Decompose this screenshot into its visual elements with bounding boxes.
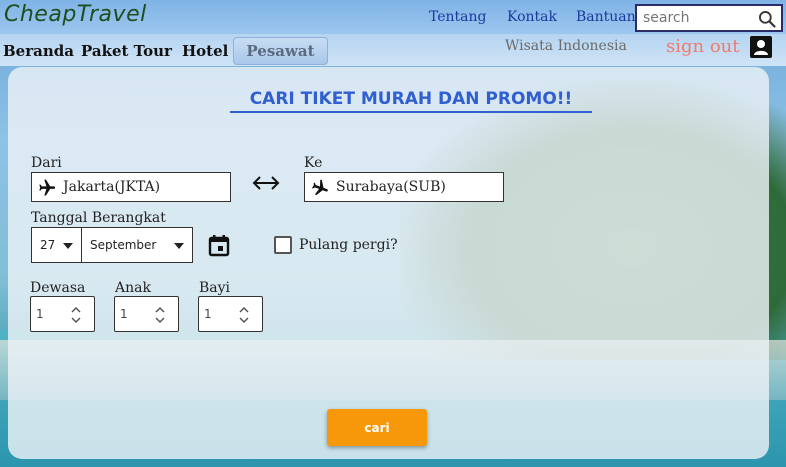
infant-value: 1	[204, 307, 212, 321]
to-field[interactable]: Surabaya(SUB)	[304, 172, 504, 202]
from-value: Jakarta(JKTA)	[63, 179, 161, 195]
child-value: 1	[120, 307, 128, 321]
infant-stepper[interactable]: 1	[198, 296, 263, 332]
month-select[interactable]: September	[81, 227, 193, 263]
nav-item-wisata-indonesia[interactable]: Wisata Indonesia	[505, 38, 627, 54]
top-bar: CheapTravel Tentang Kontak Bantuan	[0, 0, 786, 34]
search-icon[interactable]	[757, 9, 777, 29]
sign-out-link[interactable]: sign out	[666, 36, 740, 57]
nav-item-paket-tour[interactable]: Paket Tour	[81, 42, 172, 60]
nav-bar: Beranda Paket Tour Hotel Pesawat Wisata …	[0, 34, 786, 66]
month-value: September	[90, 238, 157, 252]
nav-item-hotel[interactable]: Hotel	[182, 42, 228, 60]
infant-label: Bayi	[199, 280, 231, 296]
nav-item-beranda[interactable]: Beranda	[3, 42, 74, 60]
from-label: Dari	[31, 155, 62, 171]
adult-value: 1	[36, 307, 44, 321]
spinner-icon[interactable]	[238, 305, 250, 325]
search-panel: CARI TIKET MURAH DAN PROMO!! Dari Jakart…	[8, 67, 769, 459]
search-box	[635, 4, 783, 32]
calendar-icon[interactable]	[207, 233, 231, 257]
page-title: CARI TIKET MURAH DAN PROMO!!	[230, 89, 592, 113]
logo[interactable]: CheapTravel	[4, 2, 147, 27]
adult-label: Dewasa	[30, 280, 86, 296]
plane-icon	[39, 179, 56, 196]
to-value: Surabaya(SUB)	[336, 179, 446, 195]
roundtrip-label[interactable]: Pulang pergi?	[299, 237, 398, 253]
chevron-down-icon	[174, 243, 184, 249]
link-kontak[interactable]: Kontak	[507, 9, 557, 25]
date-label: Tanggal Berangkat	[31, 210, 166, 226]
day-select[interactable]: 27	[31, 227, 82, 263]
link-bantuan[interactable]: Bantuan	[576, 9, 636, 25]
swap-arrows-icon[interactable]	[251, 172, 281, 194]
search-input[interactable]	[643, 9, 753, 27]
plane-icon	[311, 179, 328, 196]
spinner-icon[interactable]	[154, 305, 166, 325]
link-tentang[interactable]: Tentang	[429, 9, 487, 25]
child-stepper[interactable]: 1	[114, 296, 179, 332]
search-button[interactable]: cari	[327, 409, 427, 446]
adult-stepper[interactable]: 1	[30, 296, 95, 332]
roundtrip-checkbox[interactable]	[274, 236, 292, 254]
nav-item-pesawat[interactable]: Pesawat	[233, 37, 328, 65]
day-value: 27	[40, 238, 56, 252]
chevron-down-icon	[63, 243, 73, 249]
spinner-icon[interactable]	[70, 305, 82, 325]
to-label: Ke	[304, 155, 323, 171]
child-label: Anak	[115, 280, 151, 296]
from-field[interactable]: Jakarta(JKTA)	[31, 172, 231, 202]
user-icon[interactable]	[750, 36, 772, 58]
